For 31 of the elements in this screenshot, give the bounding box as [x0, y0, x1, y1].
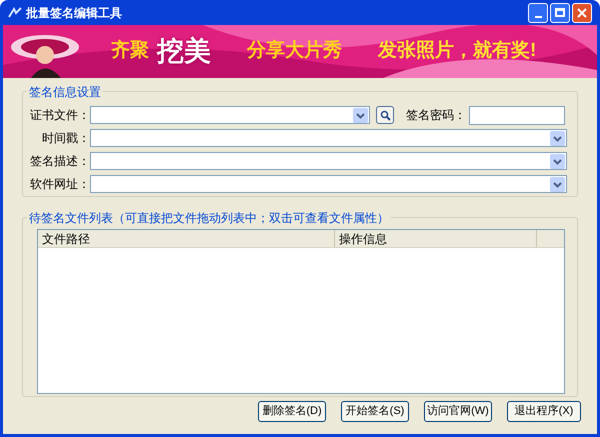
banner-slogan: 发张照片，就有奖! [378, 39, 536, 64]
dropdown-field[interactable] [90, 152, 567, 170]
column-header[interactable]: 操作信息 [335, 230, 537, 247]
browse-button[interactable] [376, 106, 394, 124]
close-icon [577, 8, 587, 18]
close-button[interactable] [572, 2, 592, 22]
visit-website-button[interactable]: 访问官网(W) [424, 401, 492, 422]
field-label: 签名密码： [406, 107, 466, 124]
maximize-button[interactable] [550, 2, 570, 22]
app-icon [8, 6, 22, 18]
field-label: 软件网址： [29, 176, 90, 193]
window-title: 批量签名编辑工具 [26, 4, 122, 22]
banner-slogan: 齐聚 [111, 38, 149, 64]
dropdown-field[interactable] [90, 129, 567, 147]
field-label: 证书文件： [29, 107, 90, 124]
search-icon [380, 110, 390, 120]
banner-slogan: 分享大片秀 [247, 38, 342, 64]
column-header[interactable]: 文件路径 [38, 230, 335, 247]
start-signing-button[interactable]: 开始签名(S) [341, 401, 409, 422]
dropdown-field[interactable] [90, 175, 567, 193]
field-label: 签名描述： [29, 153, 90, 170]
group-title: 签名信息设置 [27, 83, 103, 101]
file-list[interactable]: 文件路径 操作信息 [37, 229, 565, 394]
field-label: 时间戳： [41, 130, 90, 147]
banner-slogan: 挖美 [157, 35, 211, 68]
group-title: 待签名文件列表（可直接把文件拖动列表中；双击可查看文件属性） [27, 209, 391, 227]
dropdown-field[interactable] [90, 106, 370, 124]
password-field[interactable] [469, 106, 565, 124]
delete-signature-button[interactable]: 删除签名(D) [258, 401, 326, 422]
exit-button[interactable]: 退出程序(X) [507, 401, 581, 422]
minimize-button[interactable] [528, 2, 548, 22]
